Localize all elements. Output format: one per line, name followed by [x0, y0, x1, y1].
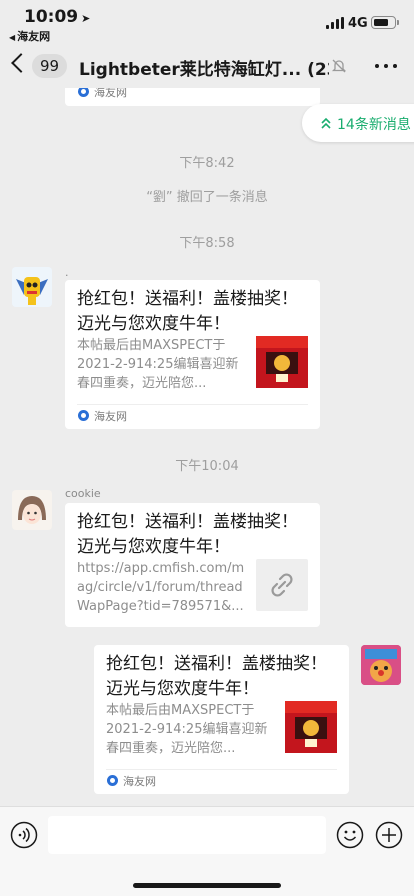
link-icon: [271, 573, 293, 597]
status-time: 10:09 ➤: [24, 7, 91, 27]
unread-count-badge[interactable]: 99: [32, 54, 68, 78]
card-description: 本帖最后由MAXSPECT于2021-2-914:25编辑喜迎新春四重奏，迈光陪…: [106, 703, 268, 756]
timestamp: 下午10:04: [175, 459, 239, 474]
avatar[interactable]: [12, 490, 52, 530]
timestamp: 下午8:58: [179, 236, 235, 251]
input-bar: [0, 806, 414, 896]
timestamp: 下午8:42: [179, 156, 235, 171]
link-card[interactable]: 抢红包！送福利！盖楼抽奖！迈光与您欢度牛年！ https://app.cmfis…: [65, 503, 320, 627]
avatar[interactable]: [12, 267, 52, 307]
source-logo-icon: [78, 410, 89, 421]
card-source: 海友网: [107, 774, 156, 790]
card-description: https://app.cmfish.com/mag/circle/v1/for…: [77, 561, 245, 614]
recall-notice: “劉” 撤回了一条消息: [146, 190, 268, 205]
message-list[interactable]: 海友网 14条新消息 下午8:42 “劉” 撤回了一条消息 下午8:58 . 抢…: [0, 88, 414, 806]
chat-title: Lightbeter莱比特海缸灯... (234): [79, 60, 329, 80]
card-title: 抢红包！送福利！盖楼抽奖！迈光与您欢度牛年！: [106, 654, 327, 699]
more-options-icon[interactable]: [375, 64, 397, 69]
card-thumbnail: [285, 701, 337, 753]
chat-header: 99 Lightbeter莱比特海缸灯... (234): [0, 44, 414, 88]
new-messages-label: 14条新消息: [337, 117, 411, 133]
card-description: 本帖最后由MAXSPECT于2021-2-914:25编辑喜迎新春四重奏，迈光陪…: [77, 338, 239, 391]
card-source: 海友网: [78, 88, 127, 101]
robot-avatar-icon: [12, 267, 52, 307]
link-card-self[interactable]: 抢红包！送福利！盖楼抽奖！迈光与您欢度牛年！ 本帖最后由MAXSPECT于202…: [94, 645, 349, 794]
sender-name: .: [65, 266, 69, 279]
self-avatar[interactable]: [361, 645, 401, 685]
home-indicator: [133, 883, 281, 888]
card-thumbnail: [256, 336, 308, 388]
source-logo-icon: [78, 88, 89, 97]
back-triangle-icon: ◀: [9, 33, 16, 42]
divider: [77, 404, 308, 405]
status-bar: 10:09 ➤ ◀ 海友网 4G: [0, 0, 414, 44]
self-avatar-icon: [361, 645, 401, 685]
location-arrow-icon: ➤: [81, 12, 91, 25]
link-card[interactable]: 抢红包！送福利！盖楼抽奖！迈光与您欢度牛年！ 本帖最后由MAXSPECT于202…: [65, 280, 320, 429]
card-title: 抢红包！送福利！盖楼抽奖！迈光与您欢度牛年！: [77, 289, 298, 334]
plus-icon[interactable]: [375, 821, 403, 849]
battery-icon: [371, 16, 399, 29]
double-chevron-up-icon: [321, 117, 331, 129]
source-logo-icon: [107, 775, 118, 786]
back-to-app-link[interactable]: ◀ 海友网: [9, 28, 50, 44]
link-thumbnail: [256, 559, 308, 611]
cellular-signal-icon: [326, 17, 344, 29]
sender-name: cookie: [65, 487, 101, 500]
user-avatar-icon: [12, 490, 52, 530]
new-messages-button[interactable]: 14条新消息: [302, 104, 414, 142]
message-input[interactable]: [48, 816, 326, 854]
mute-bell-icon: [331, 59, 347, 73]
voice-input-icon[interactable]: [10, 821, 38, 849]
network-type: 4G: [348, 16, 368, 31]
back-chevron-icon[interactable]: [11, 53, 31, 73]
emoji-icon[interactable]: [336, 821, 364, 849]
card-title: 抢红包！送福利！盖楼抽奖！迈光与您欢度牛年！: [77, 512, 298, 557]
card-source: 海友网: [78, 409, 127, 425]
link-card-partial[interactable]: 海友网: [65, 88, 320, 106]
divider: [106, 769, 337, 770]
